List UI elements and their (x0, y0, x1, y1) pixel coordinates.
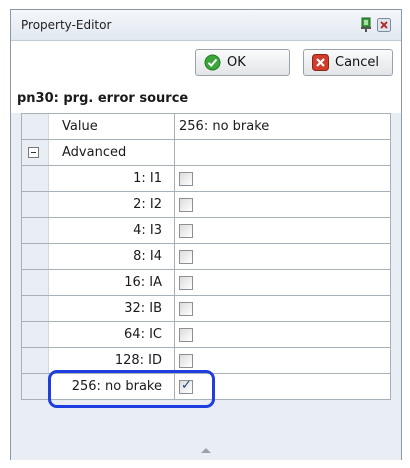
bit-row-label: 1: I1 (133, 171, 162, 186)
bit-row[interactable]: 2: I2 (22, 192, 391, 218)
bit-row-label: 32: IB (124, 301, 162, 316)
bit-row[interactable]: 32: IB (22, 296, 391, 322)
bit-checkbox[interactable] (179, 378, 193, 394)
parameter-heading: pn30: prg. error source (11, 85, 401, 113)
window-title: Property-Editor (21, 18, 112, 32)
bit-checkbox[interactable] (179, 327, 193, 342)
bit-checkbox[interactable] (179, 353, 193, 368)
bit-row[interactable]: 8: I4 (22, 244, 391, 270)
collapse-icon[interactable] (28, 147, 39, 158)
bit-row-label: 16: IA (124, 275, 162, 290)
toolbar: OK Cancel (11, 41, 401, 85)
ok-button[interactable]: OK (195, 49, 290, 76)
bit-row[interactable]: 4: I3 (22, 218, 391, 244)
bit-row-label: 2: I2 (133, 197, 162, 212)
advanced-group-row[interactable]: Advanced (22, 140, 391, 166)
bit-row[interactable]: 64: IC (22, 322, 391, 348)
bit-row-label: 64: IC (124, 327, 162, 342)
bit-row-label: 4: I3 (133, 223, 162, 238)
value-row-label: Value (62, 119, 98, 134)
property-grid: Value 256: no brake Advanced 1: I1 2: I2 4… (21, 113, 391, 400)
value-row-value: 256: no brake (179, 119, 270, 134)
bit-row[interactable]: 256: no brake (22, 374, 391, 400)
bit-row-label: 8: I4 (133, 249, 162, 264)
bit-checkbox[interactable] (179, 171, 193, 186)
bit-row[interactable]: 16: IA (22, 270, 391, 296)
title-bar: Property-Editor (11, 10, 401, 41)
bit-row-label: 128: ID (114, 353, 162, 368)
bit-checkbox[interactable] (179, 249, 193, 264)
close-icon[interactable] (377, 18, 391, 32)
value-row[interactable]: Value 256: no brake (22, 114, 391, 140)
cancel-x-icon (312, 54, 329, 71)
check-circle-icon (204, 54, 221, 71)
cancel-button-label: Cancel (335, 55, 380, 70)
pin-icon[interactable] (360, 17, 372, 32)
bit-row[interactable]: 1: I1 (22, 166, 391, 192)
cancel-button[interactable]: Cancel (303, 49, 393, 76)
bit-row-label: 256: no brake (71, 379, 162, 394)
resize-footer[interactable] (11, 442, 401, 460)
bit-checkbox[interactable] (179, 197, 193, 212)
grip-icon[interactable] (201, 448, 211, 453)
bit-checkbox[interactable] (179, 223, 193, 238)
ok-button-label: OK (227, 55, 246, 70)
advanced-group-label: Advanced (62, 145, 127, 160)
bit-checkbox[interactable] (179, 301, 193, 316)
bit-checkbox[interactable] (179, 275, 193, 290)
property-editor-window: Property-Editor OK Cancel pn30: prg. err… (10, 9, 402, 460)
bit-row[interactable]: 128: ID (22, 348, 391, 374)
